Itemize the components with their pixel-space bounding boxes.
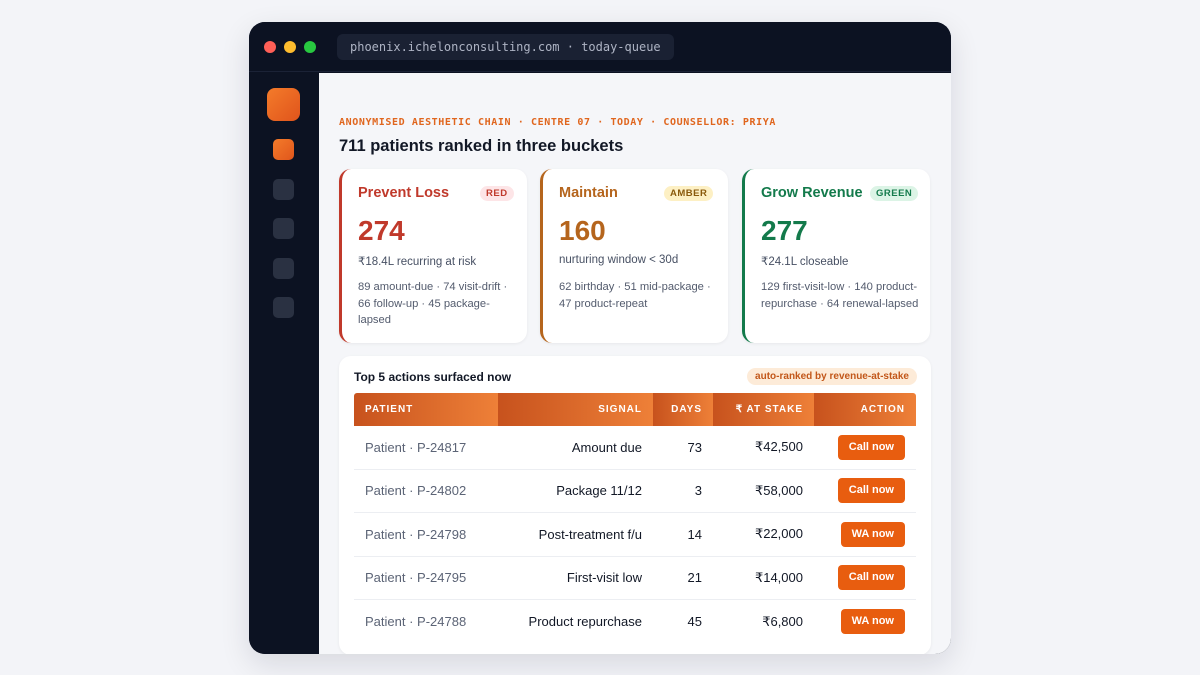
patient-cell: Patient · P-24817 [365,439,467,455]
status-badge: AMBER [664,186,714,201]
days-cell: 3 [694,483,702,499]
call-now-button[interactable]: Call now [837,565,905,591]
days-cell: 14 [687,526,702,542]
table-row[interactable]: Patient · P-24817 Amount due 73 ₹42,500 … [354,426,916,470]
wa-now-button[interactable]: WA now [840,521,905,547]
patient-cell: Patient · P-24802 [365,483,467,499]
status-badge: RED [480,186,514,201]
stake-cell: ₹14,000 [754,569,803,585]
table-row[interactable]: Patient · P-24802 Package 11/12 3 ₹58,00… [354,470,916,513]
table-row[interactable]: Patient · P-24798 Post-treatment f/u 14 … [354,513,916,557]
patient-cell: Patient · P-24795 [365,570,467,586]
close-window-button[interactable] [264,41,276,53]
signal-cell: Amount due [571,439,642,455]
card-breakdown: 89 amount-due · 74 visit-drift · 66 foll… [358,281,508,326]
browser-window: phoenix.ichelonconsulting.com · today-qu… [249,22,951,654]
sidebar-item-3[interactable] [273,218,294,239]
actions-panel: Top 5 actions surfaced now auto-ranked b… [339,356,931,654]
column-header-stake[interactable]: ₹ AT STAKE [713,393,814,426]
stake-cell: ₹42,500 [754,439,803,455]
card-count: 274 [358,215,405,246]
maximize-window-button[interactable] [304,41,316,53]
ranking-pill: auto-ranked by revenue-at-stake [747,368,917,385]
stake-cell: ₹58,000 [754,482,803,498]
action-cell: Call now [814,565,916,591]
stake-cell: ₹22,000 [754,526,803,542]
stake-cell: ₹6,800 [762,613,803,629]
signal-cell: First-visit low [566,570,642,586]
card-count: 277 [761,215,808,246]
app-logo[interactable] [267,88,300,121]
column-header-days[interactable]: DAYS [653,393,713,426]
table-header: PATIENT SIGNAL DAYS ₹ AT STAKE ACTION [354,393,916,426]
card-count: 160 [559,215,606,246]
days-cell: 73 [687,439,702,455]
address-bar[interactable]: phoenix.ichelonconsulting.com · today-qu… [337,34,674,60]
action-cell: Call now [814,434,916,460]
card-subtitle: ₹18.4L recurring at risk [358,256,477,268]
sidebar-item-queue[interactable] [273,139,294,160]
page-eyebrow: ANONYMISED AESTHETIC CHAIN · CENTRE 07 ·… [339,117,776,128]
sidebar-item-2[interactable] [273,179,294,200]
action-cell: Call now [814,478,916,504]
page-title: 711 patients ranked in three buckets [339,137,624,155]
patient-cell: Patient · P-24788 [365,614,467,630]
call-now-button[interactable]: Call now [837,478,905,504]
column-header-signal[interactable]: SIGNAL [498,393,653,426]
minimize-window-button[interactable] [284,41,296,53]
days-cell: 45 [687,614,702,630]
sidebar-item-4[interactable] [273,258,294,279]
card-title: Prevent Loss [358,185,450,201]
card-breakdown: 129 first-visit-low · 140 product-repurc… [761,281,919,310]
card-title: Maintain [559,185,618,201]
panel-title: Top 5 actions surfaced now [354,370,512,384]
card-breakdown: 62 birthday · 51 mid-package · 47 produc… [559,281,711,310]
wa-now-button[interactable]: WA now [840,609,905,635]
sidebar [249,73,319,654]
signal-cell: Product repurchase [528,614,642,630]
card-subtitle: nurturing window < 30d [559,254,679,266]
card-title: Grow Revenue [761,185,863,201]
action-cell: WA now [814,521,916,547]
column-header-action[interactable]: ACTION [814,393,916,426]
title-bar: phoenix.ichelonconsulting.com · today-qu… [249,22,951,72]
card-subtitle: ₹24.1L closeable [761,256,849,268]
bucket-card-grow-revenue[interactable]: Grow Revenue GREEN 277 ₹24.1L closeable … [742,169,930,343]
bucket-card-maintain[interactable]: Maintain AMBER 160 nurturing window < 30… [540,169,728,343]
table-row[interactable]: Patient · P-24788 Product repurchase 45 … [354,600,916,644]
column-header-patient[interactable]: PATIENT [354,393,498,426]
action-cell: WA now [814,609,916,635]
call-now-button[interactable]: Call now [837,434,905,460]
signal-cell: Package 11/12 [556,483,642,499]
status-badge: GREEN [870,186,919,201]
signal-cell: Post-treatment f/u [538,526,642,542]
table-row[interactable]: Patient · P-24795 First-visit low 21 ₹14… [354,557,916,600]
main-content: ANONYMISED AESTHETIC CHAIN · CENTRE 07 ·… [319,73,951,654]
days-cell: 21 [687,570,702,586]
sidebar-item-5[interactable] [273,297,294,318]
bucket-card-prevent-loss[interactable]: Prevent Loss RED 274 ₹18.4L recurring at… [339,169,527,343]
patient-cell: Patient · P-24798 [365,526,467,542]
